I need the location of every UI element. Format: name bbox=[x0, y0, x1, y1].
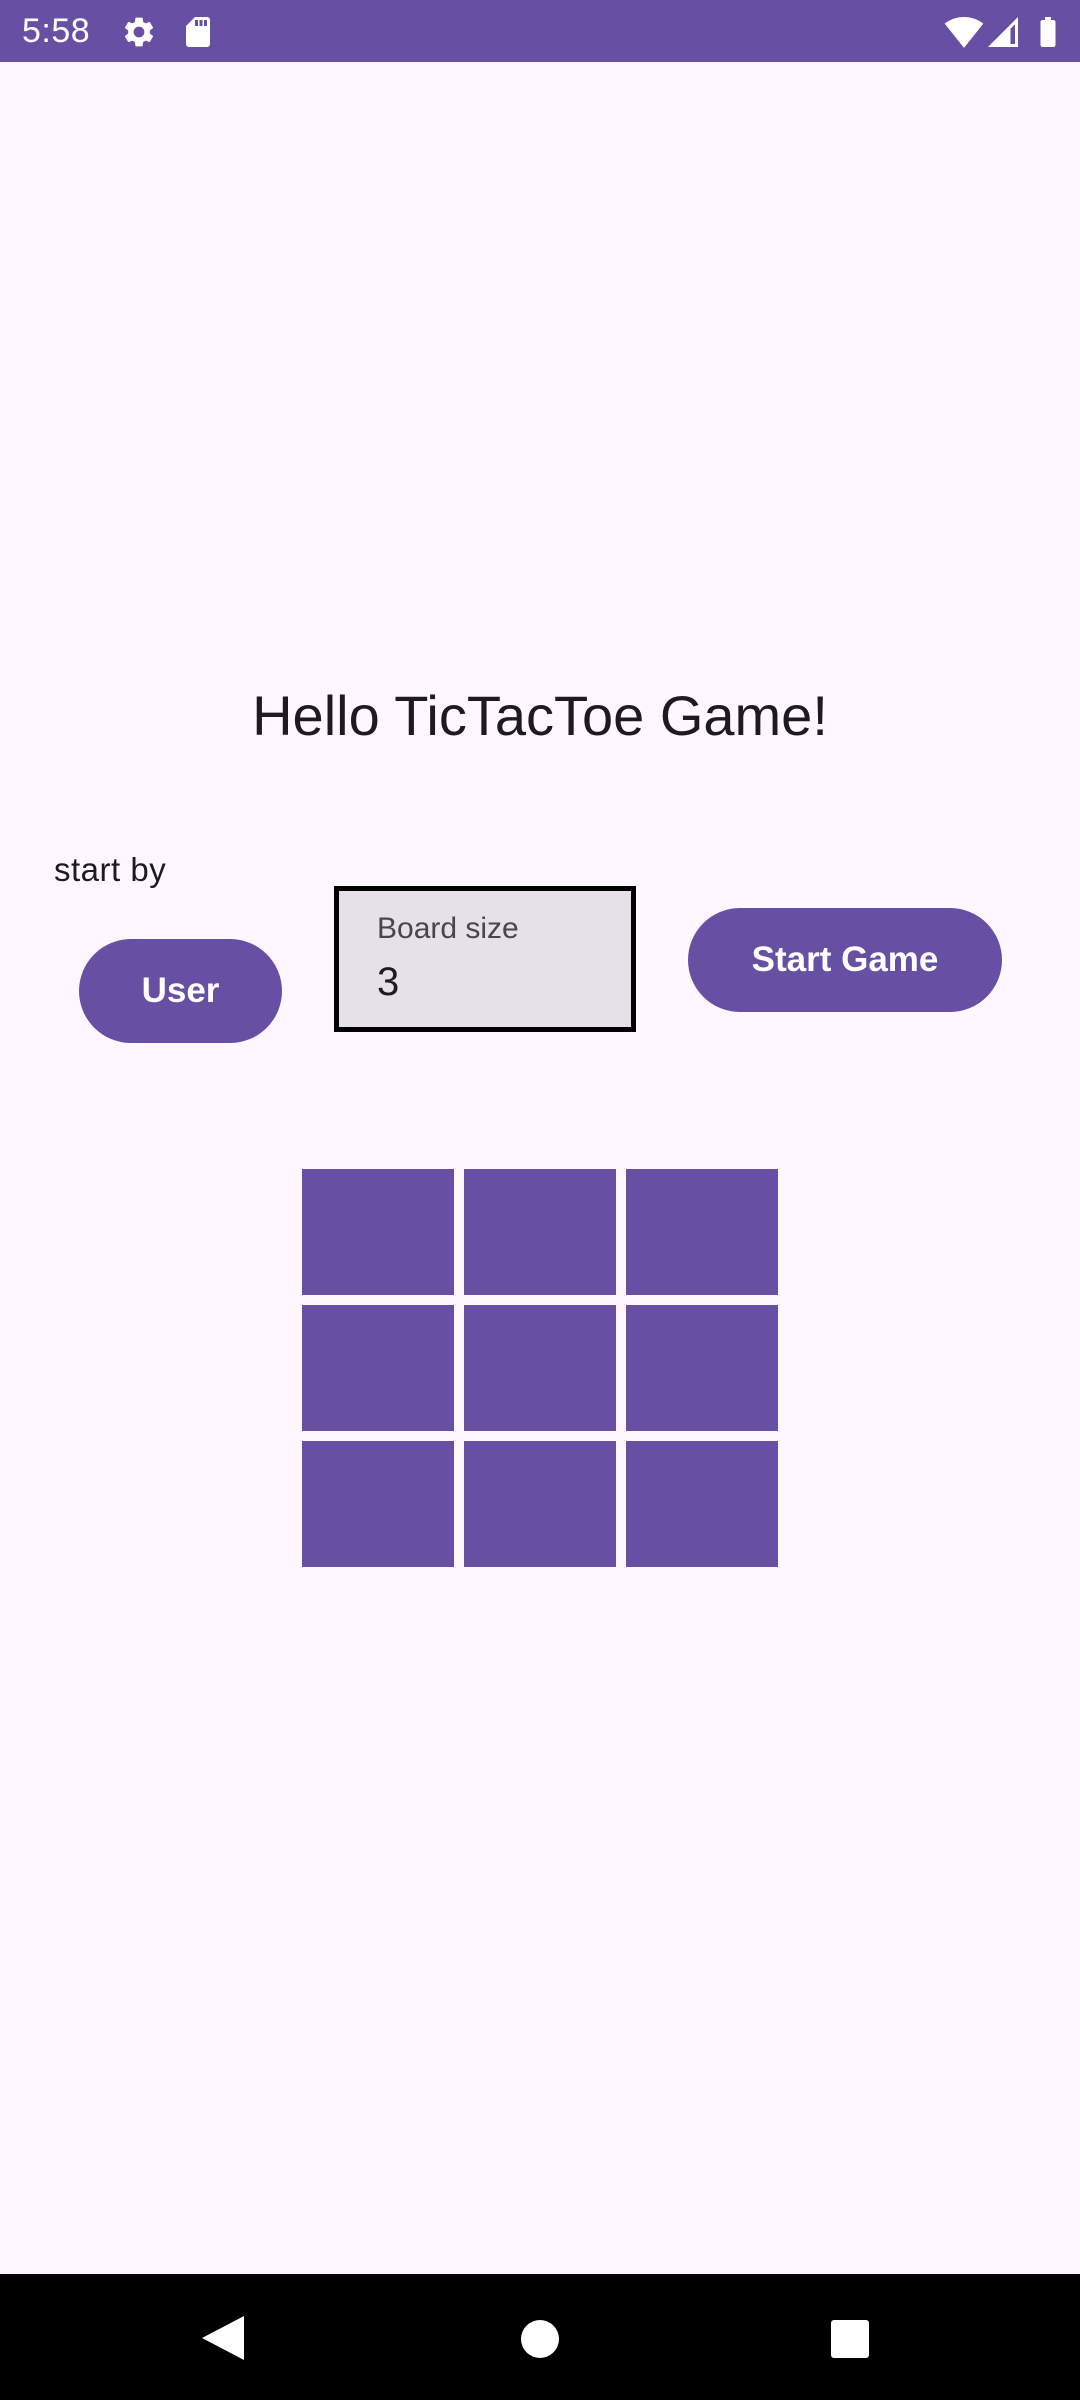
start-by-user-button[interactable]: User bbox=[79, 939, 282, 1043]
board-size-input[interactable]: 3 bbox=[377, 957, 399, 1007]
settings-icon bbox=[124, 17, 154, 47]
board-cell-2-3[interactable] bbox=[626, 1305, 778, 1431]
recents-icon[interactable] bbox=[830, 2319, 870, 2359]
board-size-label: Board size bbox=[377, 912, 519, 945]
board-cell-1-3[interactable] bbox=[626, 1169, 778, 1295]
board-cell-3-3[interactable] bbox=[626, 1441, 778, 1567]
page-title: Hello TicTacToe Game! bbox=[252, 684, 828, 747]
navigation-bar bbox=[0, 2274, 1080, 2400]
board-cell-3-1[interactable] bbox=[302, 1441, 454, 1567]
board-cell-3-2[interactable] bbox=[464, 1441, 616, 1567]
wifi-icon bbox=[944, 17, 984, 48]
start-by-user-button-label: User bbox=[141, 971, 220, 1010]
battery-icon bbox=[1040, 17, 1056, 47]
start-by-label: start by bbox=[54, 851, 167, 888]
status-bar: 5:58 bbox=[0, 0, 1080, 62]
home-icon[interactable] bbox=[520, 2319, 560, 2359]
start-game-button[interactable]: Start Game bbox=[688, 908, 1002, 1012]
sd-card-icon bbox=[186, 17, 210, 47]
board-cell-2-2[interactable] bbox=[464, 1305, 616, 1431]
board-cell-2-1[interactable] bbox=[302, 1305, 454, 1431]
board-cell-1-2[interactable] bbox=[464, 1169, 616, 1295]
signal-icon bbox=[988, 17, 1018, 47]
status-time: 5:58 bbox=[22, 12, 91, 50]
start-game-button-label: Start Game bbox=[751, 940, 939, 979]
board-cell-1-1[interactable] bbox=[302, 1169, 454, 1295]
back-icon[interactable] bbox=[200, 2314, 246, 2362]
board-size-field[interactable]: Board size 3 bbox=[334, 886, 636, 1032]
game-board bbox=[302, 1169, 778, 1567]
